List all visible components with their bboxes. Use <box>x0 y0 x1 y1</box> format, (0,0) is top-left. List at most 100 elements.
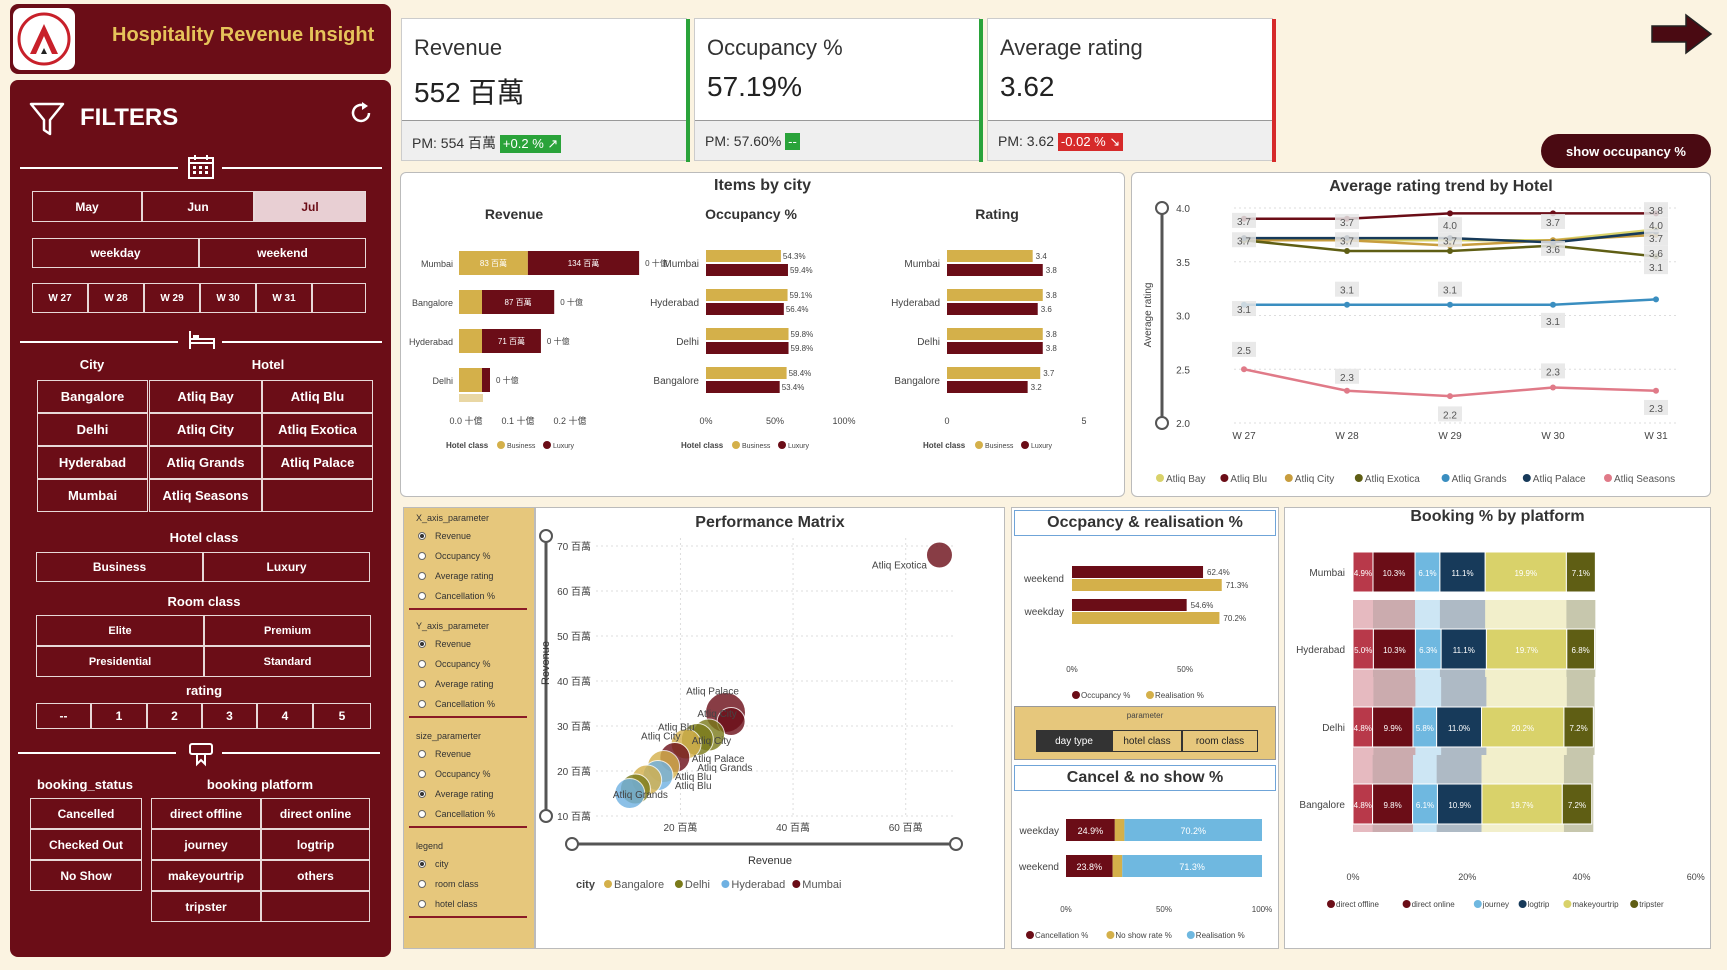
room-class-elite[interactable]: Elite <box>36 615 204 646</box>
param-radio[interactable] <box>418 900 426 908</box>
bar-data-label: 56.4% <box>786 305 809 314</box>
city-hyderabad[interactable]: Hyderabad <box>37 446 148 479</box>
month-may[interactable]: May <box>32 191 142 222</box>
param-option[interactable]: Average rating <box>435 571 493 581</box>
platform-logtrip[interactable]: logtrip <box>261 829 370 860</box>
legend-swatch-luxury <box>543 441 551 449</box>
param-radio[interactable] <box>418 750 426 758</box>
room-class-presidential[interactable]: Presidential <box>36 646 204 677</box>
platform-direct-online[interactable]: direct online <box>261 798 370 829</box>
hotel-atliq-blu[interactable]: Atliq Blu <box>262 380 373 413</box>
hotel-atliq-bay[interactable]: Atliq Bay <box>149 380 262 413</box>
city-mumbai[interactable]: Mumbai <box>37 479 148 512</box>
point-label: Atliq Grands <box>613 790 668 801</box>
status-no-show[interactable]: No Show <box>30 860 142 891</box>
next-page-arrow-icon[interactable] <box>1650 12 1714 61</box>
hotel-atliq-seasons[interactable]: Atliq Seasons <box>149 479 262 512</box>
y-tick-label: 4.0 <box>1176 204 1190 215</box>
param-option[interactable]: Revenue <box>435 749 471 759</box>
legend-luxury: Luxury <box>553 443 575 450</box>
x-tick-label: 40 百萬 <box>776 821 810 834</box>
param-hotel-class-button[interactable]: hotel class <box>1112 730 1182 752</box>
hotel-atliq-city[interactable]: Atliq City <box>149 413 262 446</box>
param-option[interactable]: hotel class <box>435 899 478 909</box>
param-radio[interactable] <box>418 592 426 600</box>
hotel-atliq-exotica[interactable]: Atliq Exotica <box>262 413 373 446</box>
week-empty[interactable] <box>312 283 366 313</box>
param-radio[interactable] <box>418 700 426 708</box>
rating-5[interactable]: 5 <box>313 703 371 729</box>
daytype-weekday[interactable]: weekday <box>32 238 199 268</box>
param-radio[interactable] <box>418 770 426 778</box>
rating-2[interactable]: 2 <box>147 703 202 729</box>
legend-entry: Atliq Exotica <box>1365 474 1420 485</box>
status-checked-out[interactable]: Checked Out <box>30 829 142 860</box>
x-tick-label: 60% <box>1687 872 1705 882</box>
platform-others[interactable]: others <box>261 860 370 891</box>
param-option[interactable]: Average rating <box>435 789 493 799</box>
bar-data-label: 9.8% <box>1383 801 1401 810</box>
platform-makeyourtrip[interactable]: makeyourtrip <box>151 860 261 891</box>
hotel-class-business[interactable]: Business <box>36 552 203 582</box>
reset-filters-icon[interactable] <box>348 100 374 131</box>
param-option[interactable]: room class <box>435 879 479 889</box>
bar-data-label: 9.9% <box>1384 724 1402 733</box>
bar-data-label: 6.8% <box>1572 646 1590 655</box>
param-radio[interactable] <box>418 572 426 580</box>
bar-data-label: 54.6% <box>1191 601 1214 610</box>
param-radio[interactable] <box>418 810 426 818</box>
legend-swatch-business <box>732 441 740 449</box>
y-tick-label: 3.0 <box>1176 312 1190 323</box>
week-27[interactable]: W 27 <box>32 283 88 313</box>
week-29[interactable]: W 29 <box>144 283 200 313</box>
hotel-empty[interactable] <box>262 479 373 512</box>
status-cancelled[interactable]: Cancelled <box>30 798 142 829</box>
bar-data-label: 58.4% <box>789 369 812 378</box>
month-jun[interactable]: Jun <box>142 191 254 222</box>
param-option[interactable]: Average rating <box>435 679 493 689</box>
param-radio[interactable] <box>418 680 426 688</box>
hotel-atliq-grands[interactable]: Atliq Grands <box>149 446 262 479</box>
hotel-class-luxury[interactable]: Luxury <box>203 552 370 582</box>
param-radio[interactable] <box>418 552 426 560</box>
room-class-premium[interactable]: Premium <box>204 615 371 646</box>
city-delhi[interactable]: Delhi <box>37 413 148 446</box>
param-option[interactable]: Cancellation % <box>435 699 495 709</box>
room-class-label: Room class <box>167 594 241 609</box>
daytype-weekend[interactable]: weekend <box>199 238 366 268</box>
param-room-class-button[interactable]: room class <box>1182 730 1258 752</box>
bar-data-label: 3.8 <box>1046 266 1058 275</box>
platform-journey[interactable]: journey <box>151 829 261 860</box>
performance-matrix-chart: Revenue 10 百萬 20 百萬 30 百萬 40 百萬 50 百萬 60 百萬 70 … <box>539 529 963 891</box>
param-option[interactable]: Occupancy % <box>435 551 491 561</box>
param-day-type-button[interactable]: day type <box>1036 730 1112 752</box>
param-radio[interactable] <box>418 660 426 668</box>
week-30[interactable]: W 30 <box>200 283 256 313</box>
room-class-standard[interactable]: Standard <box>204 646 371 677</box>
hotel-atliq-palace[interactable]: Atliq Palace <box>262 446 373 479</box>
series-point <box>1447 301 1453 308</box>
legend-entry: makeyourtrip <box>1572 900 1619 909</box>
param-option[interactable]: Cancellation % <box>435 591 495 601</box>
param-radio[interactable] <box>418 880 426 888</box>
param-option[interactable]: city <box>435 859 449 869</box>
week-31[interactable]: W 31 <box>256 283 312 313</box>
param-option[interactable]: Revenue <box>435 639 471 649</box>
platform-direct-offline[interactable]: direct offline <box>151 798 261 829</box>
bar-total-label: 0 十億 <box>560 297 583 307</box>
show-occupancy-button[interactable]: show occupancy % <box>1541 134 1711 168</box>
rating-4[interactable]: 4 <box>257 703 313 729</box>
param-option[interactable]: Revenue <box>435 531 471 541</box>
city-bangalore[interactable]: Bangalore <box>37 380 148 413</box>
month-jul[interactable]: Jul <box>254 191 366 222</box>
param-option[interactable]: Occupancy % <box>435 769 491 779</box>
booking-platform-chart: Mumbai 4.9% 10.3% 6.1% 11.1% 19.9% 7.1% Hyderab… <box>1296 551 1705 909</box>
platform-empty[interactable] <box>261 891 370 922</box>
param-option[interactable]: Cancellation % <box>435 809 495 819</box>
param-option[interactable]: Occupancy % <box>435 659 491 669</box>
platform-tripster[interactable]: tripster <box>151 891 261 922</box>
rating-3[interactable]: 3 <box>202 703 257 729</box>
rating-none[interactable]: -- <box>36 703 91 729</box>
week-28[interactable]: W 28 <box>88 283 144 313</box>
rating-1[interactable]: 1 <box>91 703 147 729</box>
